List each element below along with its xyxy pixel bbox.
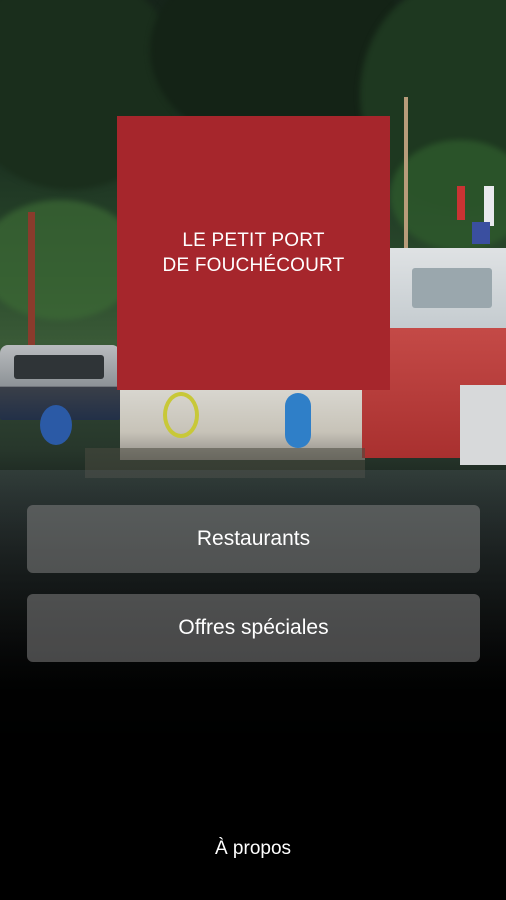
logo-title-line-1: LE PETIT PORT: [182, 230, 325, 251]
boat-mast: [28, 212, 35, 347]
about-link[interactable]: À propos: [0, 838, 506, 860]
buoy: [40, 405, 72, 445]
rope-coil: [163, 392, 199, 438]
boat-window: [14, 355, 104, 379]
buoy: [285, 393, 311, 448]
flag: [472, 222, 490, 244]
special-offers-button[interactable]: Offres spéciales: [27, 594, 480, 662]
restaurants-button[interactable]: Restaurants: [27, 505, 480, 573]
flag: [484, 186, 494, 226]
logo-title-line-2: DE FOUCHÉCOURT: [162, 255, 345, 276]
special-offers-button-label: Offres spéciales: [178, 616, 329, 639]
restaurants-button-label: Restaurants: [196, 527, 311, 550]
boat-window: [412, 268, 492, 308]
boat-panel: [460, 385, 506, 465]
flag: [457, 186, 465, 220]
app-logo: LE PETIT PORT DE FOUCHÉCOURT: [117, 116, 390, 390]
boat-mast: [404, 97, 408, 257]
